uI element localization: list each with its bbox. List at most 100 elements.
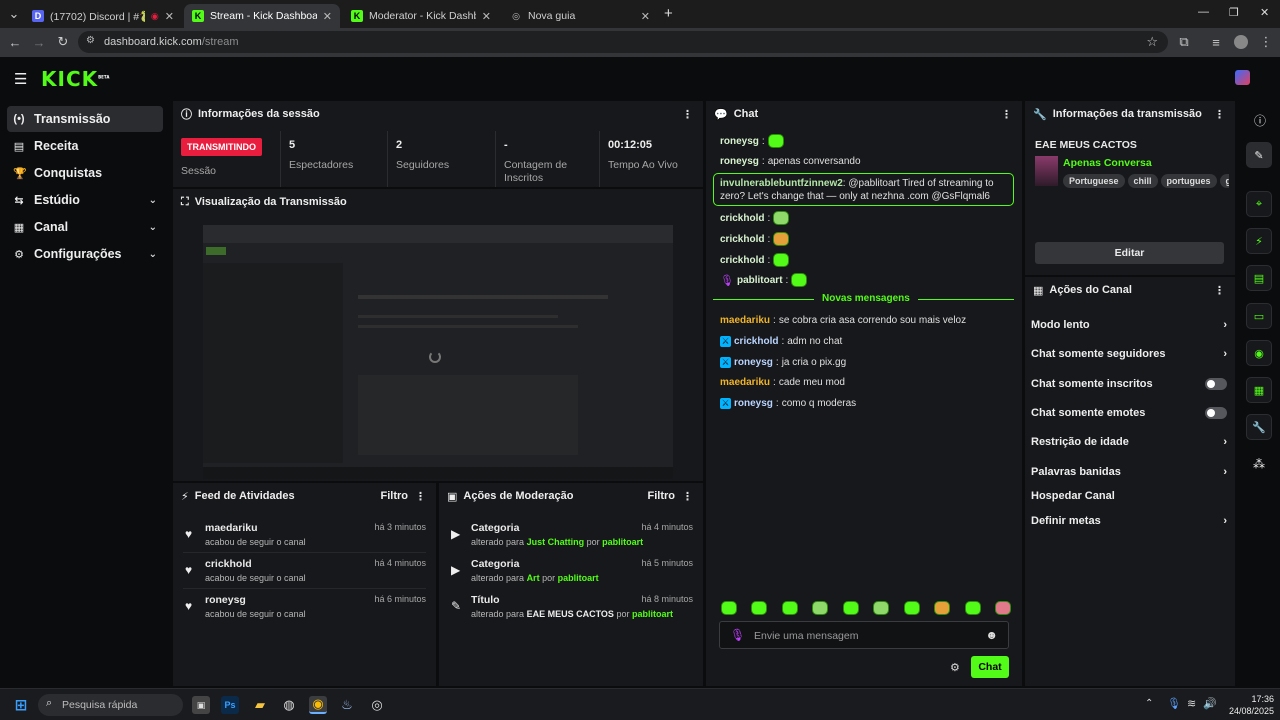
chat-icon[interactable]: ▭ [1246,303,1272,329]
info-icon[interactable]: ⓘ [1254,112,1266,129]
emote-icon[interactable] [781,601,798,615]
action-age-restriction[interactable]: Restrição de idade › [1031,432,1227,452]
emote-icon[interactable] [873,601,890,615]
wrench-icon[interactable]: 🔧 [1246,414,1272,440]
windows-start-icon[interactable]: ⊞ [12,696,30,714]
forward-button[interactable]: → [27,30,51,54]
feed-user[interactable]: maedariku [205,522,258,534]
tray-overflow-icon[interactable]: ⌃ [1145,698,1153,709]
broadcast-icon[interactable]: ◉ [1246,340,1272,366]
emote-icon[interactable] [751,601,768,615]
app-icon[interactable]: ◍ [280,696,298,714]
chat-input-field[interactable]: 🎙 Envie uma mensagem ☻ [719,621,1009,649]
action-followers-only[interactable]: Chat somente seguidores › [1031,344,1227,364]
tab-search-icon[interactable]: ⌄ [2,2,26,26]
nav-item-conquistas[interactable]: 🏆 Conquistas [7,160,163,186]
tag[interactable]: Portuguese [1063,174,1125,188]
hamburger-menu-icon[interactable]: ☰ [14,70,27,88]
nav-item-receita[interactable]: ▤ Receita [7,133,163,159]
obs-icon[interactable]: ◎ [368,696,386,714]
new-tab-button[interactable]: + [664,5,673,22]
emotes-only-toggle[interactable] [1205,407,1227,419]
emote-icon[interactable] [964,601,981,615]
document-icon[interactable]: ▤ [1246,265,1272,291]
chat-username[interactable]: roneysg [720,136,759,147]
emoji-picker-icon[interactable]: ☻ [985,628,998,642]
close-tab-icon[interactable]: ✕ [165,10,174,23]
chat-username[interactable]: crickhold [734,336,778,347]
lightning-icon[interactable]: ⚡ [1246,228,1272,254]
more-options-icon[interactable]: ⋮ [415,490,426,503]
more-options-icon[interactable]: ⋮ [1214,284,1225,297]
chat-username[interactable]: roneysg [720,156,759,167]
nav-item-canal[interactable]: ▦ Canal ⌄ [7,214,163,240]
emote-icon[interactable] [842,601,859,615]
reload-button[interactable]: ↻ [51,30,75,54]
media-icon[interactable]: ≡ [1204,30,1228,54]
site-info-icon[interactable]: ⚙ [86,35,95,46]
edit-button[interactable]: Editar [1035,242,1224,264]
chat-username[interactable]: maedariku [720,315,770,326]
apps-icon[interactable]: ⁂ [1253,457,1265,471]
file-explorer-icon[interactable]: ▰ [251,696,269,714]
close-tab-icon[interactable]: ✕ [323,10,332,23]
filter-button[interactable]: Filtro [381,490,409,502]
tag[interactable]: ga [1219,174,1229,188]
extensions-icon[interactable]: ⧉ [1172,30,1196,54]
wifi-icon[interactable]: ≋ [1187,697,1196,710]
stream-category[interactable]: Apenas Conversa [1063,157,1152,169]
tab-stream-dashboard[interactable]: K Stream - Kick Dashboard ✕ [184,4,340,28]
send-chat-button[interactable]: Chat [971,656,1009,678]
close-tab-icon[interactable]: ✕ [641,10,650,23]
action-slow-mode[interactable]: Modo lento › [1031,315,1227,335]
tab-discord[interactable]: D (17702) Discord | #🐍colo ◉ ✕ [24,4,182,28]
chat-username[interactable]: crickhold [720,234,764,245]
more-options-icon[interactable]: ⋮ [682,490,693,503]
chat-username[interactable]: crickhold [720,213,764,224]
edit-pencil-icon[interactable]: ✎ [1246,142,1272,168]
kick-logo[interactable]: KICKBETA [41,67,109,91]
chat-settings-gear-icon[interactable]: ⚙ [950,661,960,674]
chat-username[interactable]: roneysg [734,357,773,368]
chat-username[interactable]: pablitoart [737,275,783,286]
chrome-taskbar-icon[interactable]: ◉ [309,696,327,714]
more-options-icon[interactable]: ⋮ [682,108,693,121]
clock[interactable]: 17:36 24/08/2025 [1226,693,1274,717]
more-options-icon[interactable]: ⋮ [1214,108,1225,121]
browser-menu-icon[interactable]: ⋮ [1254,30,1278,54]
layout-icon[interactable]: ▦ [1246,377,1272,403]
task-view-icon[interactable]: ▣ [192,696,210,714]
close-window-button[interactable]: ✕ [1260,6,1269,19]
emote-icon[interactable] [812,601,829,615]
photoshop-icon[interactable]: Ps [221,696,239,714]
feed-user[interactable]: roneysg [205,594,246,606]
chat-username[interactable]: maedariku [720,377,770,388]
tab-new-tab[interactable]: ◎ Nova guia ✕ [502,4,658,28]
target-icon[interactable]: ⌖ [1246,191,1272,217]
tab-moderator-dashboard[interactable]: K Moderator - Kick Dashboard ✕ [343,4,499,28]
address-bar[interactable]: ⚙ dashboard.kick.com/stream ☆ [78,31,1168,53]
more-options-icon[interactable]: ⋮ [1001,108,1012,121]
chat-username[interactable]: crickhold [720,255,764,266]
emote-icon[interactable] [721,601,737,615]
tag[interactable]: portugues [1160,174,1217,188]
action-banned-words[interactable]: Palavras banidas › [1031,462,1227,482]
nav-item-transmissao[interactable]: (•) Transmissão [7,106,163,132]
volume-icon[interactable]: 🔊 [1203,697,1217,710]
taskbar-search-box[interactable]: ⌕ Pesquisa rápida [38,694,183,716]
back-button[interactable]: ← [3,30,27,54]
action-host-channel[interactable]: Hospedar Canal [1031,486,1227,506]
emote-icon[interactable] [934,601,951,615]
minimize-button[interactable]: — [1198,6,1209,18]
user-avatar[interactable] [1235,70,1250,85]
subscribers-only-toggle[interactable] [1205,378,1227,390]
chat-username[interactable]: invulnerablebuntfzinnew2 [720,178,843,189]
emote-icon[interactable] [903,601,920,615]
nav-item-configuracoes[interactable]: ⚙ Configurações ⌄ [7,241,163,267]
bookmark-star-icon[interactable]: ☆ [1146,34,1158,50]
maximize-button[interactable]: ❐ [1229,6,1239,19]
nav-item-estudio[interactable]: ⇆ Estúdio ⌄ [7,187,163,213]
action-set-goals[interactable]: Definir metas › [1031,511,1227,531]
filter-button[interactable]: Filtro [648,490,676,502]
feed-user[interactable]: crickhold [205,558,252,570]
